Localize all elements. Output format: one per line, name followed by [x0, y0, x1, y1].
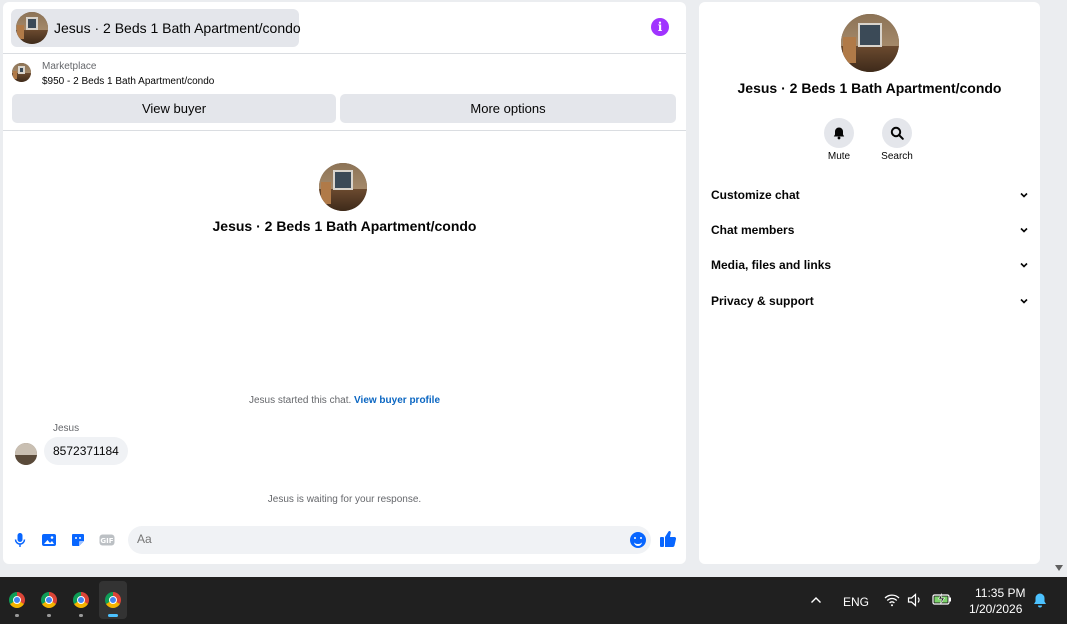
gif-icon[interactable]: GIF — [99, 532, 115, 548]
more-options-button[interactable]: More options — [340, 94, 676, 123]
conversation-avatar — [319, 163, 367, 211]
section-privacy-support[interactable]: Privacy & support — [711, 290, 1029, 312]
chat-panel: Jesus · 2 Beds 1 Bath Apartment/condo i … — [3, 2, 686, 564]
details-avatar — [841, 14, 899, 72]
view-buyer-profile-link[interactable]: View buyer profile — [354, 395, 440, 406]
search-icon — [890, 126, 904, 140]
listing-thumbnail — [12, 63, 31, 82]
language-indicator[interactable]: ENG — [843, 595, 869, 609]
marketplace-listing[interactable]: Marketplace $950 - 2 Beds 1 Bath Apartme… — [3, 55, 686, 93]
conversation-name: Jesus · 2 Beds 1 Bath Apartment/condo — [212, 218, 477, 234]
listing-avatar — [16, 12, 48, 44]
taskbar-chrome-active[interactable] — [99, 581, 127, 619]
chat-details-panel: Jesus · 2 Beds 1 Bath Apartment/condo Mu… — [699, 2, 1040, 564]
wifi-icon[interactable] — [884, 593, 900, 607]
battery-charging-icon[interactable] — [932, 592, 952, 606]
chevron-down-icon — [1020, 262, 1028, 268]
chrome-icon — [9, 592, 25, 608]
mute-label: Mute — [827, 151, 851, 162]
chat-started-text: Jesus started this chat. — [248, 395, 352, 406]
section-chat-members[interactable]: Chat members — [711, 219, 1029, 241]
thumbs-up-icon[interactable] — [659, 530, 677, 548]
svg-text:GIF: GIF — [100, 537, 113, 545]
chat-header: Jesus · 2 Beds 1 Bath Apartment/condo i — [3, 2, 686, 54]
scroll-down-arrow[interactable] — [1055, 565, 1063, 571]
chevron-down-icon — [1020, 192, 1028, 198]
sticker-icon[interactable] — [70, 532, 86, 548]
divider — [3, 130, 686, 131]
taskbar: ENG 11:35 PM 1/20/2026 — [0, 577, 1067, 624]
sender-avatar[interactable] — [15, 443, 37, 465]
photo-icon[interactable] — [41, 532, 57, 548]
chrome-icon — [73, 592, 89, 608]
section-media-files-links[interactable]: Media, files and links — [711, 254, 1029, 276]
chevron-up-icon[interactable] — [810, 595, 822, 605]
clock-time[interactable]: 11:35 PM — [975, 586, 1025, 600]
mute-button[interactable] — [824, 118, 854, 148]
chrome-icon — [105, 592, 121, 608]
taskbar-chrome-1[interactable] — [3, 581, 31, 619]
message-input[interactable] — [137, 532, 617, 546]
message-sender: Jesus — [53, 423, 80, 434]
chrome-icon — [41, 592, 57, 608]
chat-title-button[interactable]: Jesus · 2 Beds 1 Bath Apartment/condo — [11, 9, 301, 47]
info-icon[interactable]: i — [651, 18, 669, 36]
chevron-down-icon — [1020, 227, 1028, 233]
details-name: Jesus · 2 Beds 1 Bath Apartment/condo — [737, 80, 1002, 96]
taskbar-chrome-2[interactable] — [35, 581, 63, 619]
taskbar-chrome-3[interactable] — [67, 581, 95, 619]
chat-started-notice: Jesus started this chat. View buyer prof… — [3, 395, 686, 406]
chevron-down-icon — [1020, 298, 1028, 304]
message-bubble[interactable]: 8572371184 — [44, 437, 128, 465]
chat-title: Jesus · 2 Beds 1 Bath Apartment/condo — [54, 20, 301, 36]
view-buyer-button[interactable]: View buyer — [12, 94, 336, 123]
volume-icon[interactable] — [907, 593, 923, 607]
message-composer[interactable] — [128, 526, 651, 554]
marketplace-label: Marketplace — [42, 61, 97, 72]
listing-price: $950 - 2 Beds 1 Bath Apartment/condo — [42, 76, 215, 87]
search-button[interactable] — [882, 118, 912, 148]
waiting-notice: Jesus is waiting for your response. — [267, 494, 422, 505]
microphone-icon[interactable] — [12, 532, 28, 548]
notification-bell-icon[interactable] — [1032, 592, 1048, 609]
bell-icon — [833, 127, 845, 140]
clock-date[interactable]: 1/20/2026 — [969, 602, 1022, 616]
section-customize-chat[interactable]: Customize chat — [711, 184, 1029, 206]
emoji-icon[interactable] — [630, 532, 646, 548]
search-label: Search — [881, 151, 913, 162]
